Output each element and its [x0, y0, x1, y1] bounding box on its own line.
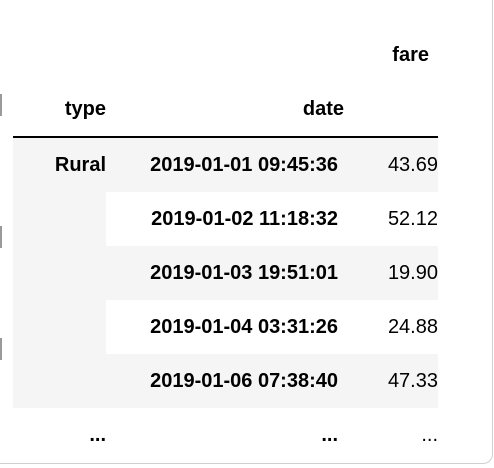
- index-date-text: 2019-01-02 11:18:32: [151, 207, 338, 230]
- table-row: Rural 2019-01-01 09:45:36 43.69: [13, 137, 438, 408]
- index-date: 2019-01-02 11:18:32: [106, 192, 344, 246]
- fare-text: 43.69: [387, 153, 438, 176]
- index-date: 2019-01-01 09:45:36: [106, 137, 344, 192]
- ellipsis-date-text: ...: [321, 423, 338, 446]
- fare-value: 43.69: [344, 137, 438, 192]
- index-name-row: type date: [13, 82, 438, 138]
- column-header-fare: fare: [392, 43, 429, 66]
- scroll-edge-marker: [0, 94, 2, 116]
- column-header-row: fare: [13, 28, 438, 82]
- ellipsis-fare: ...: [344, 408, 438, 462]
- fare-text: 47.33: [387, 369, 438, 392]
- scroll-edge-marker: [0, 338, 2, 360]
- index-date-text: 2019-01-03 19:51:01: [150, 261, 338, 284]
- index-date-text: 2019-01-01 09:45:36: [150, 153, 338, 176]
- header-blank: [13, 28, 106, 82]
- ellipsis-fare-text: ...: [421, 423, 438, 446]
- ellipsis-date: ...: [106, 408, 344, 462]
- header-blank: [344, 82, 438, 138]
- ellipsis-row: ... ... ...: [13, 408, 438, 462]
- index-type-rural: Rural: [13, 137, 106, 408]
- index-name-type: type: [13, 82, 106, 138]
- index-date-text: 2019-01-04 03:31:26: [150, 315, 338, 338]
- fare-value: 24.88: [344, 300, 438, 354]
- index-date: 2019-01-04 03:31:26: [106, 300, 344, 354]
- index-date-text: 2019-01-06 07:38:40: [150, 369, 338, 392]
- header-blank: [106, 28, 344, 82]
- fare-value: 19.90: [344, 246, 438, 300]
- index-name-date: date: [106, 82, 344, 138]
- fare-text: 19.90: [387, 261, 438, 284]
- fare-value: 52.12: [344, 192, 438, 246]
- dataframe-table: fare type date Rural 2019-01-01 09:45:36…: [13, 28, 438, 462]
- fare-text: 52.12: [387, 207, 438, 230]
- ellipsis-type: ...: [89, 423, 106, 446]
- scroll-edge-marker: [0, 226, 2, 248]
- index-date: 2019-01-03 19:51:01: [106, 246, 344, 300]
- index-date: 2019-01-06 07:38:40: [106, 354, 344, 408]
- fare-text: 24.88: [387, 315, 438, 338]
- fare-value: 47.33: [344, 354, 438, 408]
- output-cell: fare type date Rural 2019-01-01 09:45:36…: [0, 0, 493, 464]
